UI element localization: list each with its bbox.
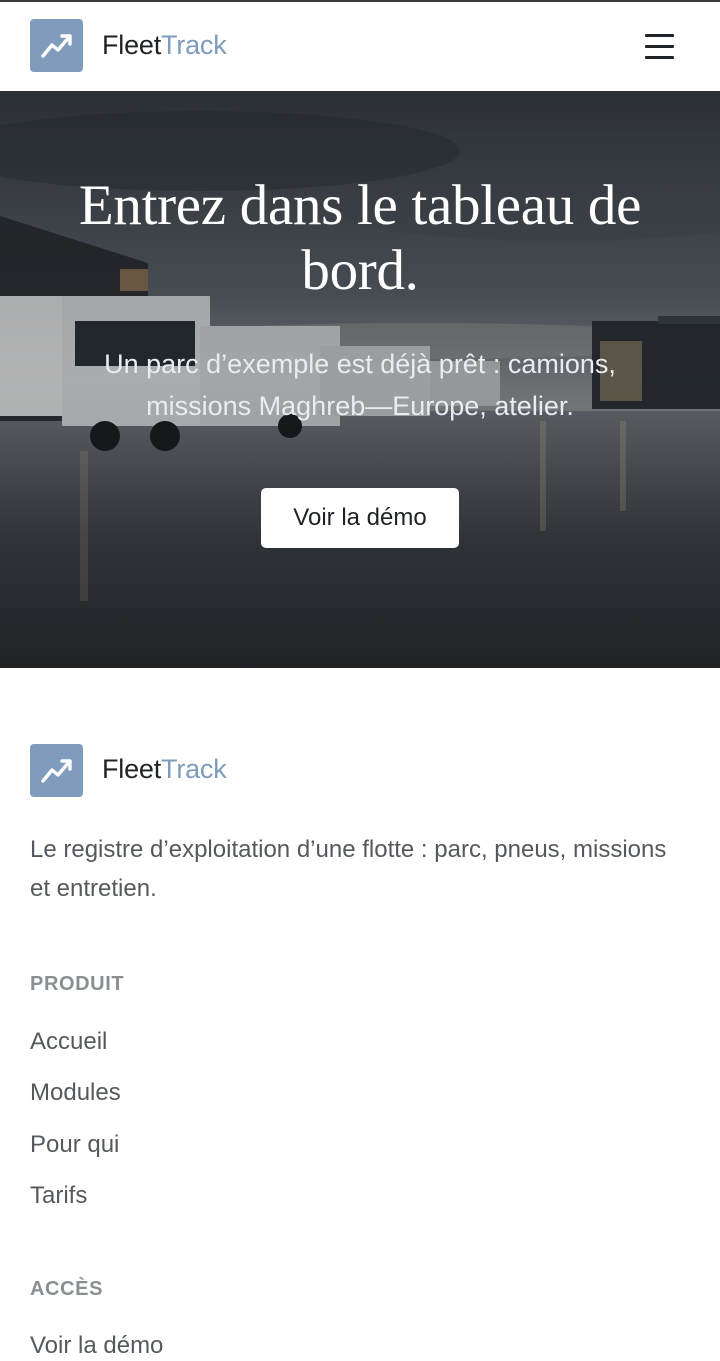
footer-link-accueil[interactable]: Accueil [30,1027,107,1057]
trend-up-icon [41,34,72,58]
menu-button[interactable] [640,26,680,66]
navbar: FleetTrack [0,2,720,90]
footer-tagline: Le registre d’exploitation d’une flotte … [30,836,667,902]
brand-name[interactable]: FleetTrack [102,28,227,62]
footer-heading-acces: ACCÈS [30,1278,104,1300]
footer-link-modules[interactable]: Modules [30,1078,121,1108]
footer-link-voir-demo[interactable]: Voir la démo [30,1331,163,1361]
footer-brand-name[interactable]: FleetTrack [102,752,227,786]
footer-link-pour-qui[interactable]: Pour qui [30,1130,119,1160]
hero-subtitle: Un parc d’exemple est déjà prêt : camion… [104,349,616,421]
logo[interactable] [30,19,83,72]
footer-logo[interactable] [30,744,83,797]
trend-up-icon [41,759,72,783]
demo-button[interactable]: Voir la démo [261,488,459,548]
footer-heading-produit: PRODUIT [30,973,125,995]
footer-brand-part1: Fleet [102,754,162,784]
hero-section: Entrez dans le tableau de bord. Un parc … [0,91,720,668]
brand-name-part2: Track [161,30,227,60]
hero-title: Entrez dans le tableau de bord. [78,174,642,302]
footer-brand-part2: Track [161,754,227,784]
brand-name-part1: Fleet [102,30,162,60]
footer-link-tarifs[interactable]: Tarifs [30,1181,87,1211]
